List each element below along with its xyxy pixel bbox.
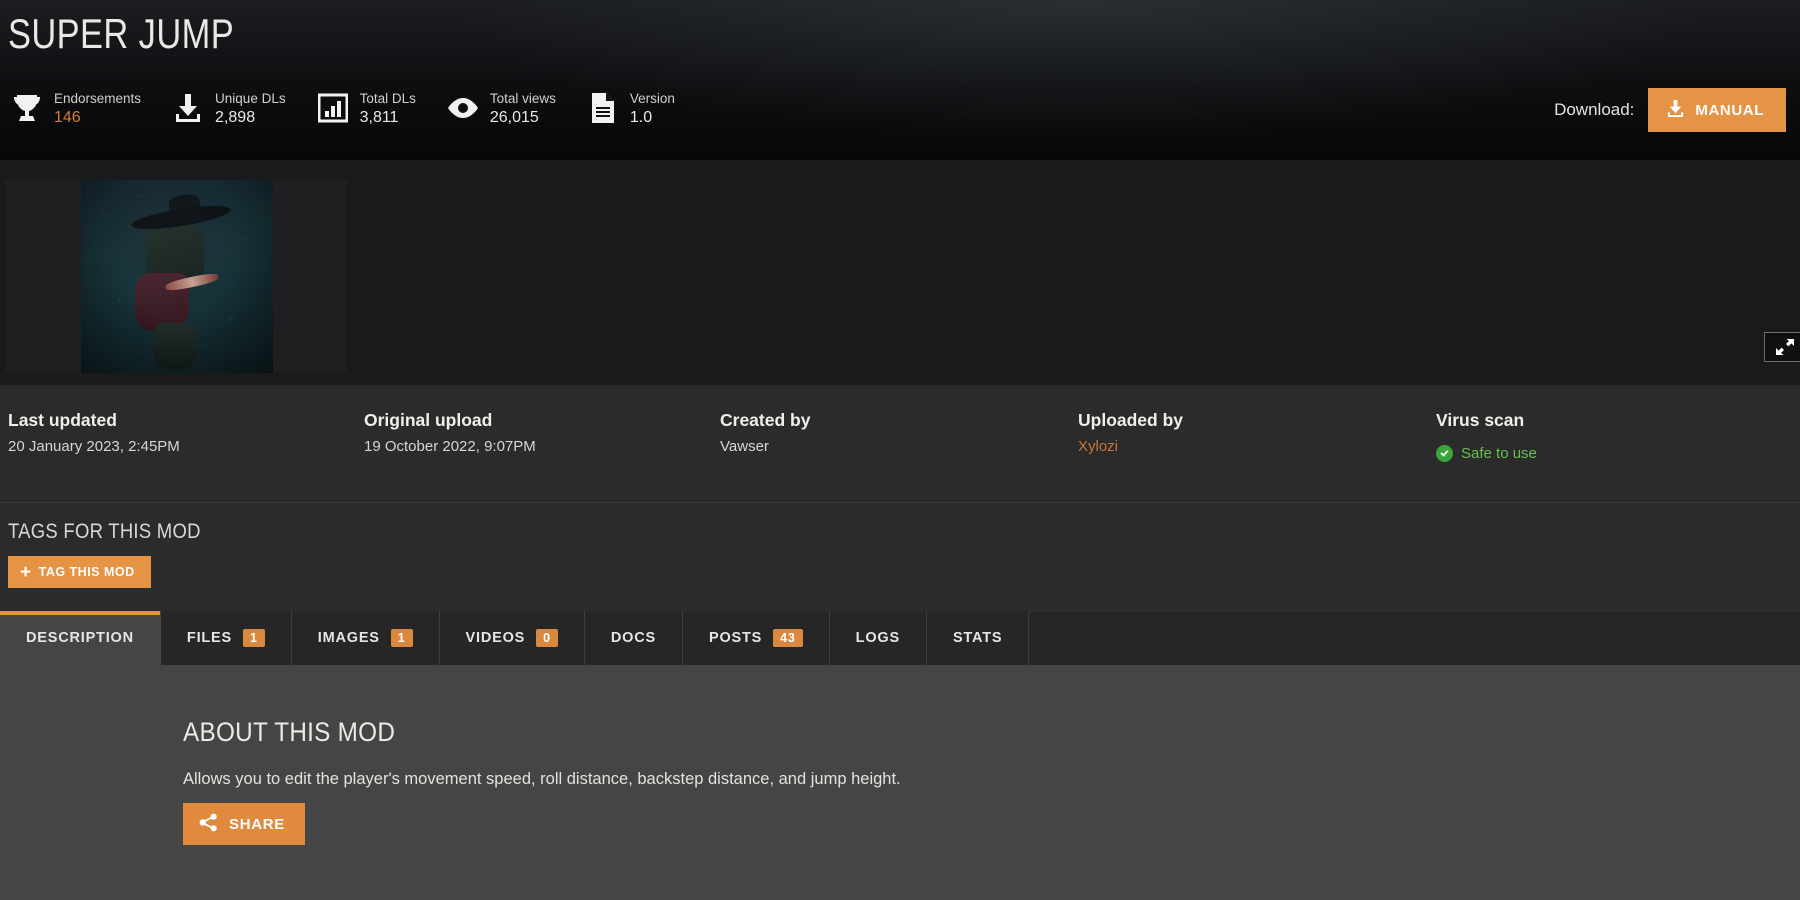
manual-download-label: MANUAL <box>1695 101 1764 119</box>
page-title: SUPER JUMP <box>8 10 235 57</box>
tab-stats[interactable]: STATS <box>927 611 1030 665</box>
virus-scan-label: Safe to use <box>1461 445 1537 462</box>
mod-page: SUPER JUMP Endorsements 146 Unique DLs 2… <box>0 0 1800 900</box>
stat-total-views: Total views 26,015 <box>444 88 556 128</box>
stat-total-dls: Total DLs 3,811 <box>314 88 416 128</box>
manual-download-button[interactable]: MANUAL <box>1648 88 1786 132</box>
plus-icon: + <box>20 561 32 583</box>
eye-icon <box>444 88 482 128</box>
meta-created-by: Created by Vawser <box>720 407 810 461</box>
document-icon <box>584 88 622 128</box>
meta-virus-scan: Virus scan Safe to use <box>1436 407 1537 462</box>
meta-value: Vawser <box>720 438 769 455</box>
stat-label: Total DLs <box>359 91 416 106</box>
share-button[interactable]: SHARE <box>183 803 306 845</box>
tab-label: DOCS <box>610 630 656 646</box>
meta-label: Last updated <box>8 410 117 430</box>
stat-endorsements: Endorsements 146 <box>8 88 141 128</box>
meta-label: Created by <box>720 410 811 430</box>
meta-original-upload: Original upload 19 October 2022, 9:07PM <box>364 407 536 461</box>
share-button-label: SHARE <box>229 815 286 833</box>
tab-label: STATS <box>952 630 1003 646</box>
tab-label: FILES <box>186 630 232 646</box>
tab-label: LOGS <box>855 630 900 646</box>
tab-label: POSTS <box>708 630 763 646</box>
check-circle-icon <box>1436 445 1453 462</box>
stat-label: Version <box>629 91 675 106</box>
meta-value: 20 January 2023, 2:45PM <box>8 438 180 455</box>
meta-label: Uploaded by <box>1078 410 1184 430</box>
download-icon <box>1666 99 1695 122</box>
description-content: ABOUT THIS MOD Allows you to edit the pl… <box>183 717 1760 790</box>
page-header: SUPER JUMP Endorsements 146 Unique DLs 2… <box>0 0 1800 160</box>
stat-value: 1.0 <box>629 109 653 126</box>
expand-arrows-icon[interactable] <box>1764 332 1800 362</box>
tab-label: IMAGES <box>317 630 380 646</box>
tab-images[interactable]: IMAGES 1 <box>292 611 440 665</box>
meta-last-updated: Last updated 20 January 2023, 2:45PM <box>8 407 180 461</box>
stat-label: Total views <box>489 91 556 106</box>
stat-version: Version 1.0 <box>584 88 675 128</box>
tags-section: TAGS FOR THIS MOD + TAG THIS MOD <box>0 503 1800 611</box>
tab-description[interactable]: DESCRIPTION <box>0 611 161 665</box>
tags-section-title: TAGS FOR THIS MOD <box>8 520 201 543</box>
download-icon <box>169 88 207 128</box>
stat-value: 2,898 <box>215 109 256 126</box>
stat-value: 3,811 <box>359 109 399 126</box>
tab-badge: 43 <box>773 629 803 647</box>
tabbar-filler <box>1029 611 1800 665</box>
tag-this-mod-button[interactable]: + TAG THIS MOD <box>8 556 151 588</box>
mod-meta-row: Last updated 20 January 2023, 2:45PM Ori… <box>0 385 1800 503</box>
tab-posts[interactable]: POSTS 43 <box>683 611 830 665</box>
image-gallery: 1 items <box>0 160 1800 385</box>
virus-scan-status: Safe to use <box>1436 433 1537 462</box>
bar-chart-icon <box>314 88 352 128</box>
meta-label: Original upload <box>364 410 493 430</box>
image-vignette <box>81 180 273 373</box>
uploader-link[interactable]: Xylozi <box>1078 433 1183 461</box>
meta-label: Virus scan <box>1436 410 1525 430</box>
stat-value: 146 <box>54 109 81 126</box>
stat-label: Unique DLs <box>215 91 286 106</box>
description-heading: ABOUT THIS MOD <box>183 717 396 747</box>
stat-label: Endorsements <box>54 91 142 106</box>
download-label: Download: <box>1554 100 1635 119</box>
stat-value: 26,015 <box>489 109 539 126</box>
stat-unique-dls: Unique DLs 2,898 <box>169 88 286 128</box>
tab-docs[interactable]: DOCS <box>585 611 683 665</box>
meta-value: 19 October 2022, 9:07PM <box>364 438 536 455</box>
description-panel: ABOUT THIS MOD Allows you to edit the pl… <box>0 665 1800 900</box>
tab-badge: 1 <box>390 629 413 647</box>
tab-label: DESCRIPTION <box>26 630 134 646</box>
gallery-slide[interactable] <box>5 180 347 373</box>
tab-videos[interactable]: VIDEOS 0 <box>440 611 585 665</box>
tab-label: VIDEOS <box>465 630 526 646</box>
mod-tabbar: DESCRIPTION FILES 1 IMAGES 1 VIDEOS 0 DO… <box>0 611 1800 665</box>
mod-stats: Endorsements 146 Unique DLs 2,898 Total … <box>8 88 703 128</box>
tab-badge: 0 <box>536 629 558 647</box>
description-body: Allows you to edit the player's movement… <box>183 770 901 788</box>
tab-files[interactable]: FILES 1 <box>161 611 292 665</box>
tab-badge: 1 <box>243 629 265 647</box>
gallery-thumbnail[interactable] <box>81 180 273 373</box>
trophy-icon <box>8 88 46 128</box>
tag-button-label: TAG THIS MOD <box>38 565 135 579</box>
tab-logs[interactable]: LOGS <box>830 611 927 665</box>
meta-uploaded-by: Uploaded by Xylozi <box>1078 407 1183 461</box>
download-area: Download: MANUAL <box>1554 88 1786 132</box>
share-icon <box>199 813 229 836</box>
